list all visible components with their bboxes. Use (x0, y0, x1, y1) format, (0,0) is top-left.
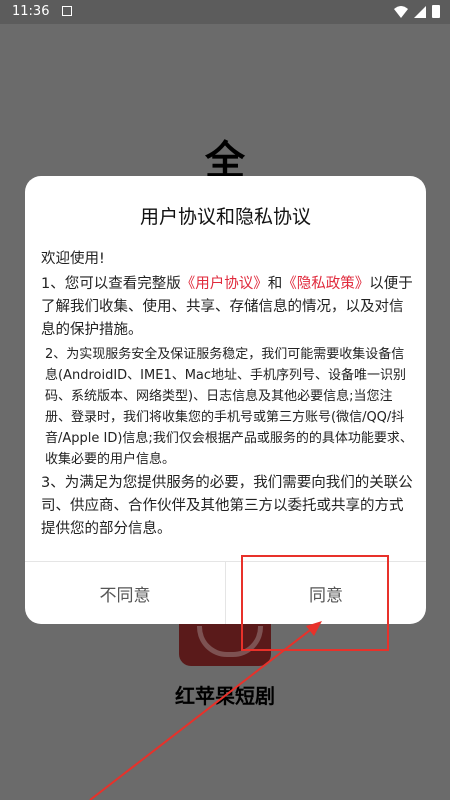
privacy-policy-link[interactable]: 《隐私政策》 (282, 276, 369, 292)
battery-icon (432, 5, 440, 18)
dialog-title: 用户协议和隐私协议 (139, 206, 311, 228)
status-time: 11:36 (12, 4, 50, 19)
notification-icon (62, 6, 72, 16)
disagree-button[interactable]: 不同意 (25, 562, 225, 624)
p1-before: 1、您可以查看完整版 (41, 276, 181, 292)
app-name: 红苹果短剧 (175, 684, 275, 708)
paragraph-3: 3、为满足为您提供服务的必要，我们需要向我们的关联公司、供应商、合作伙伴及其他第… (41, 475, 413, 537)
paragraph-1: 1、您可以查看完整版《用户协议》和《隐私政策》以便于了解我们收集、使用、共享、存… (41, 273, 413, 342)
p1-mid: 和 (267, 276, 283, 292)
welcome-text: 欢迎使用! (41, 251, 105, 267)
status-bar: 11:36 (0, 0, 450, 24)
user-agreement-link[interactable]: 《用户协议》 (181, 276, 268, 292)
dialog-body: 欢迎使用! 1、您可以查看完整版《用户协议》和《隐私政策》以便于了解我们收集、使… (41, 248, 413, 541)
wifi-icon (394, 5, 408, 18)
status-icons (394, 5, 440, 18)
highlight-box (241, 555, 389, 651)
paragraph-2: 2、为实现服务安全及保证服务稳定，我们可能需要收集设备信息(AndroidID、… (45, 347, 413, 467)
signal-icon (414, 5, 426, 18)
